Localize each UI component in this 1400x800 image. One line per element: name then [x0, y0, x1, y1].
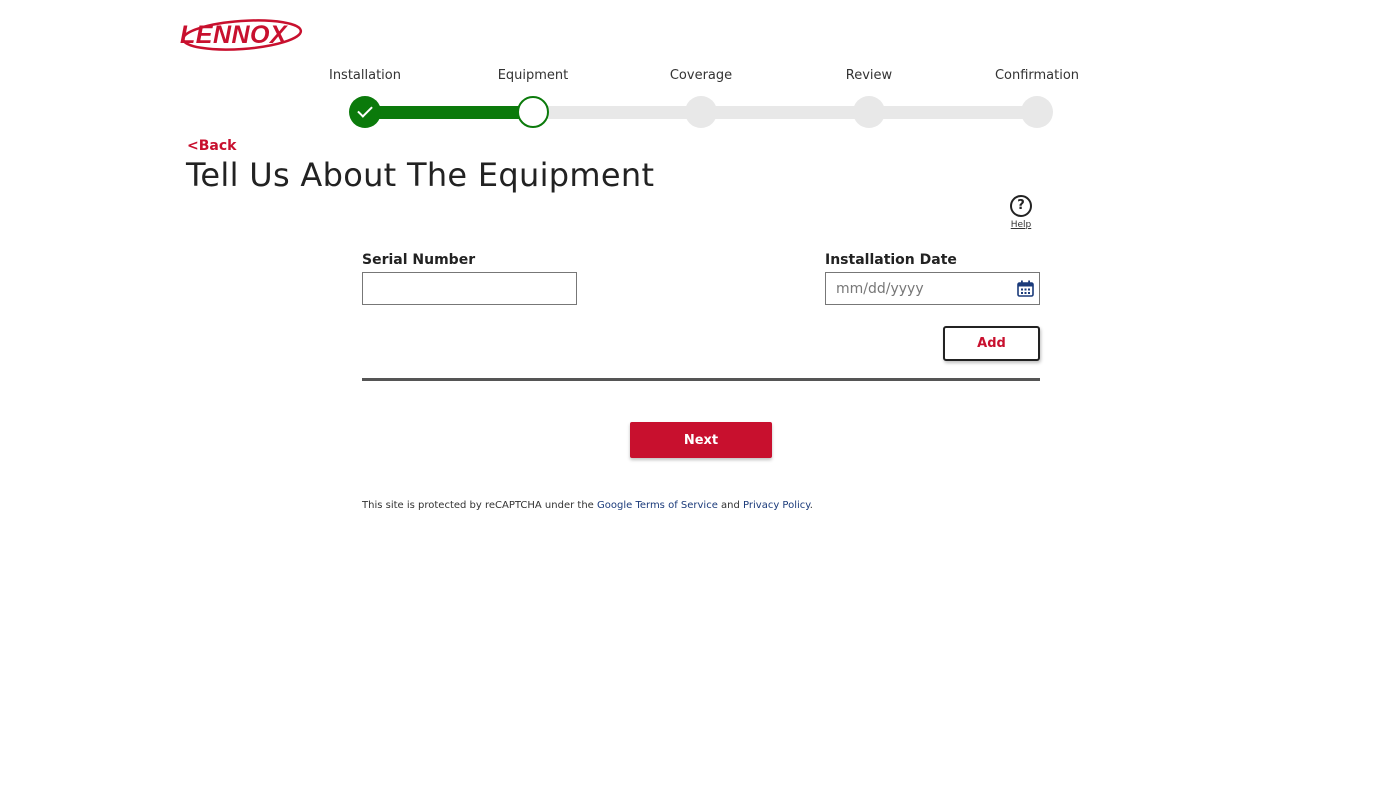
- google-terms-link[interactable]: Google Terms of Service: [597, 500, 718, 511]
- step-dot-installation: [349, 96, 381, 128]
- progress-track-complete: [365, 106, 533, 119]
- recaptcha-suffix: .: [809, 500, 813, 511]
- next-button[interactable]: Next: [630, 422, 772, 458]
- privacy-policy-link[interactable]: Privacy Policy: [743, 500, 810, 511]
- recaptcha-prefix: This site is protected by reCAPTCHA unde…: [362, 500, 597, 511]
- step-label-review: Review: [845, 68, 893, 83]
- serial-number-label: Serial Number: [362, 252, 476, 268]
- progress-track-remaining: [533, 106, 1038, 119]
- installation-date-input[interactable]: [825, 272, 1040, 305]
- add-button[interactable]: Add: [943, 326, 1040, 361]
- help-label: Help: [1010, 220, 1032, 230]
- step-dot-confirmation: [1021, 96, 1053, 128]
- installation-date-label: Installation Date: [825, 252, 957, 268]
- check-icon: [357, 102, 373, 118]
- serial-number-input[interactable]: [362, 272, 577, 305]
- step-dot-coverage: [685, 96, 717, 128]
- recaptcha-notice: This site is protected by reCAPTCHA unde…: [362, 500, 813, 511]
- page-title: Tell Us About The Equipment: [186, 156, 655, 194]
- step-dot-equipment: [517, 96, 549, 128]
- form-divider: [362, 378, 1040, 381]
- question-circle-icon: ?: [1010, 195, 1032, 217]
- step-dot-review: [853, 96, 885, 128]
- back-link[interactable]: <Back: [187, 138, 236, 154]
- recaptcha-conjunction: and: [717, 500, 744, 511]
- calendar-icon[interactable]: [1017, 280, 1034, 297]
- step-label-installation: Installation: [328, 68, 401, 83]
- step-label-equipment: Equipment: [497, 68, 569, 83]
- step-label-coverage: Coverage: [669, 68, 733, 83]
- progress-stepper: Installation Equipment Coverage Review C…: [0, 0, 1400, 140]
- help-button[interactable]: ? Help: [1004, 195, 1038, 230]
- step-label-confirmation: Confirmation: [994, 68, 1080, 83]
